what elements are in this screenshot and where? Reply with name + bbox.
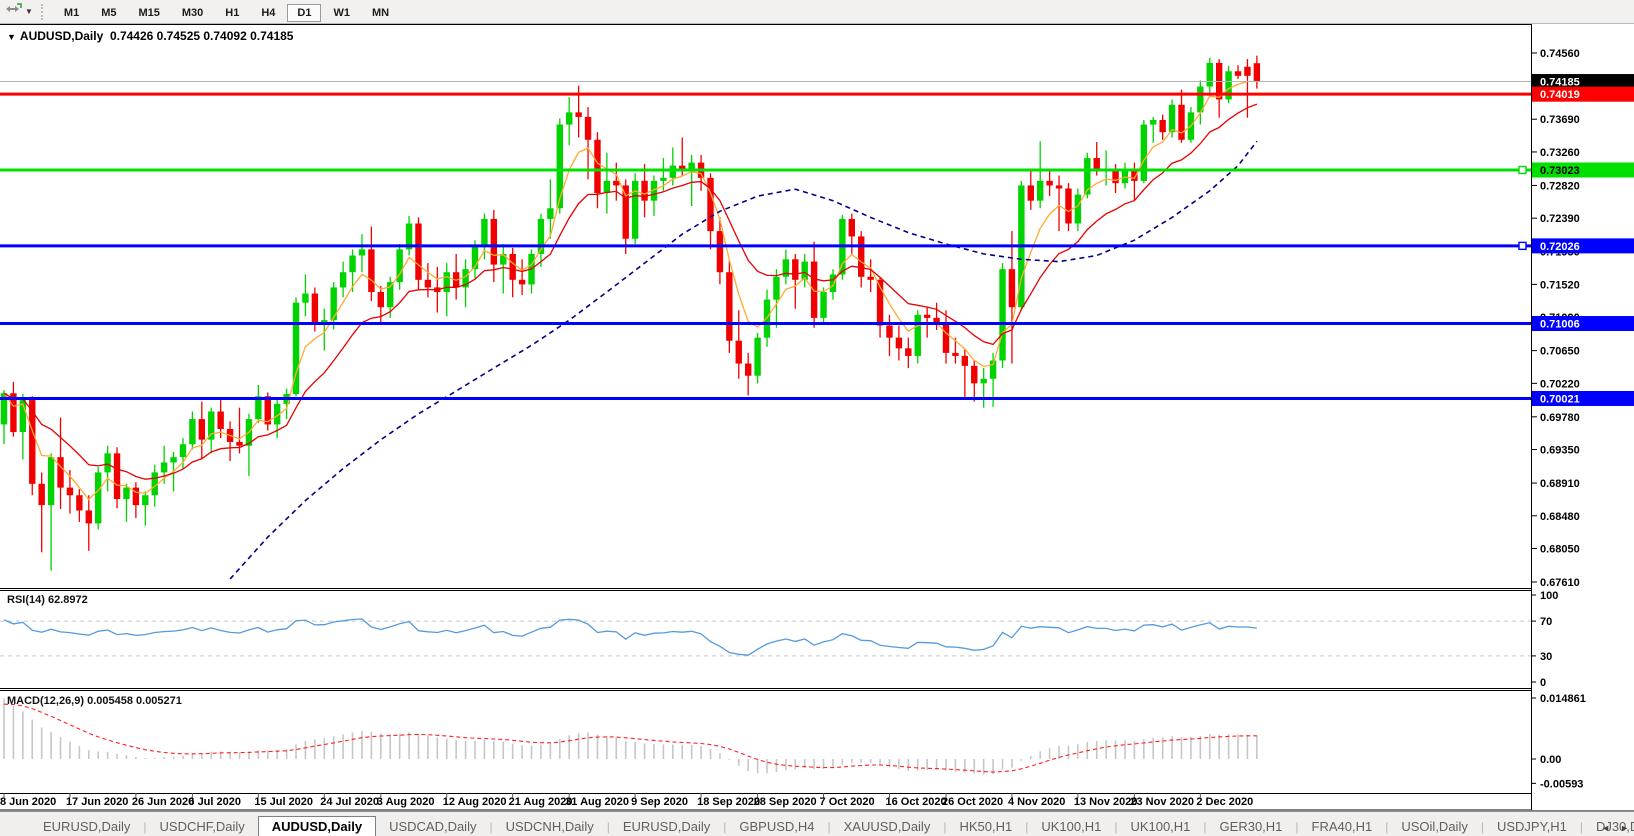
- timeframe-button-w1[interactable]: W1: [323, 4, 360, 22]
- chart-tab-uk100-h1[interactable]: UK100,H1: [1117, 816, 1203, 836]
- svg-text:18 Sep 2020: 18 Sep 2020: [697, 796, 760, 808]
- chart-tab-fra40-h1[interactable]: FRA40,H1: [1299, 816, 1386, 836]
- rsi-indicator-label: RSI(14) 62.8972: [7, 594, 88, 606]
- svg-text:12 Aug 2020: 12 Aug 2020: [443, 796, 507, 808]
- chart-tab-eurusd-daily[interactable]: EURUSD,Daily: [610, 816, 723, 836]
- svg-text:0.69780: 0.69780: [1540, 412, 1580, 424]
- chart-tab-gbpusd-h4[interactable]: GBPUSD,H4: [726, 816, 827, 836]
- svg-text:17 Jun 2020: 17 Jun 2020: [66, 796, 128, 808]
- chart-tab-ger30-h1[interactable]: GER30,H1: [1207, 816, 1296, 836]
- tab-scroll-buttons: ◄►: [1598, 822, 1632, 834]
- chart-tab-uk100-h1[interactable]: UK100,H1: [1028, 816, 1114, 836]
- svg-text:26 Oct 2020: 26 Oct 2020: [942, 796, 1003, 808]
- svg-text:0.72026: 0.72026: [1540, 241, 1580, 253]
- svg-text:0.68480: 0.68480: [1540, 511, 1580, 523]
- svg-text:0.68910: 0.68910: [1540, 478, 1580, 490]
- svg-text:0.72390: 0.72390: [1540, 213, 1580, 225]
- svg-text:3 Aug 2020: 3 Aug 2020: [377, 796, 435, 808]
- svg-text:0.73023: 0.73023: [1540, 165, 1580, 177]
- chart-ohlc-values: 0.74426 0.74525 0.74092 0.74185: [110, 29, 294, 43]
- svg-text:0.70021: 0.70021: [1540, 393, 1580, 405]
- svg-text:0.74560: 0.74560: [1540, 48, 1580, 60]
- chart-symbol: AUDUSD,Daily: [20, 29, 103, 43]
- toolbar: ▼ M1M5M15M30H1H4D1W1MN: [0, 0, 1634, 24]
- chart-scroll-icon[interactable]: [4, 2, 22, 21]
- timeframe-button-m15[interactable]: M15: [128, 4, 169, 22]
- svg-text:16 Oct 2020: 16 Oct 2020: [885, 796, 946, 808]
- svg-text:0.00: 0.00: [1540, 754, 1561, 766]
- chart-tab-usdcnh-daily[interactable]: USDCNH,Daily: [493, 816, 607, 836]
- macd-indicator-label: MACD(12,26,9) 0.005458 0.005271: [7, 695, 182, 707]
- svg-text:0.70650: 0.70650: [1540, 346, 1580, 358]
- chart-tab-bar: EURUSD,Daily|USDCHF,DailyAUDUSD,DailyUSD…: [0, 811, 1634, 836]
- svg-text:0: 0: [1540, 677, 1546, 689]
- chart-tab-usoil-daily[interactable]: USOil,Daily: [1388, 816, 1480, 836]
- chart-tab-usdcad-daily[interactable]: USDCAD,Daily: [376, 816, 489, 836]
- svg-text:13 Nov 2020: 13 Nov 2020: [1074, 796, 1138, 808]
- chart-tab-audusd-daily[interactable]: AUDUSD,Daily: [258, 816, 376, 836]
- svg-text:28 Sep 2020: 28 Sep 2020: [754, 796, 817, 808]
- svg-text:0.71006: 0.71006: [1540, 319, 1580, 331]
- chart-tab-usdjpy-h1[interactable]: USDJPY,H1: [1484, 816, 1580, 836]
- svg-text:0.74019: 0.74019: [1540, 89, 1580, 101]
- chart-title: ▼ AUDUSD,Daily 0.74426 0.74525 0.74092 0.…: [7, 29, 293, 43]
- svg-text:23 Nov 2020: 23 Nov 2020: [1130, 796, 1194, 808]
- svg-text:0.72820: 0.72820: [1540, 180, 1580, 192]
- tab-scroll-left-icon[interactable]: ◄: [1598, 822, 1613, 834]
- svg-text:70: 70: [1540, 616, 1552, 628]
- svg-text:0.73260: 0.73260: [1540, 147, 1580, 159]
- svg-text:0.68050: 0.68050: [1540, 544, 1580, 556]
- svg-text:6 Jul 2020: 6 Jul 2020: [188, 796, 241, 808]
- chart-tab-hk50-h1[interactable]: HK50,H1: [946, 816, 1025, 836]
- timeframe-button-h1[interactable]: H1: [215, 4, 249, 22]
- timeframe-button-m30[interactable]: M30: [172, 4, 213, 22]
- chart-tab-usdchf-daily[interactable]: USDCHF,Daily: [147, 816, 258, 836]
- timeframe-button-mn[interactable]: MN: [362, 4, 399, 22]
- svg-text:21 Aug 2020: 21 Aug 2020: [509, 796, 573, 808]
- svg-text:100: 100: [1540, 590, 1558, 602]
- svg-text:0.014861: 0.014861: [1540, 693, 1586, 705]
- svg-text:4 Nov 2020: 4 Nov 2020: [1008, 796, 1065, 808]
- toolbar-grip[interactable]: [41, 4, 46, 20]
- chevron-down-icon[interactable]: ▼: [25, 7, 33, 16]
- svg-text:7 Oct 2020: 7 Oct 2020: [820, 796, 875, 808]
- svg-text:8 Jun 2020: 8 Jun 2020: [0, 796, 56, 808]
- tab-scroll-right-icon[interactable]: ►: [1617, 822, 1632, 834]
- timeframe-button-m5[interactable]: M5: [91, 4, 126, 22]
- collapse-triangle-icon[interactable]: ▼: [7, 32, 16, 42]
- chart-tab-eurusd-daily[interactable]: EURUSD,Daily: [30, 816, 143, 836]
- timeframe-button-h4[interactable]: H4: [251, 4, 285, 22]
- timeframe-toolbar: M1M5M15M30H1H4D1W1MN: [53, 3, 400, 21]
- svg-text:31 Aug 2020: 31 Aug 2020: [565, 796, 629, 808]
- svg-text:24 Jul 2020: 24 Jul 2020: [320, 796, 379, 808]
- svg-text:9 Sep 2020: 9 Sep 2020: [631, 796, 688, 808]
- svg-text:-0.00593: -0.00593: [1540, 778, 1583, 790]
- mt4-window: ▼ M1M5M15M30H1H4D1W1MN 8 Jun 2020 17 Jun …: [0, 0, 1634, 836]
- svg-text:0.67610: 0.67610: [1540, 577, 1580, 589]
- svg-text:0.73690: 0.73690: [1540, 114, 1580, 126]
- chart-tab-xauusd-daily[interactable]: XAUUSD,Daily: [831, 816, 944, 836]
- price-chart-canvas[interactable]: 8 Jun 2020 17 Jun 2020 26 Jun 20206 Jul 20…: [0, 24, 1634, 811]
- svg-text:0.71520: 0.71520: [1540, 279, 1580, 291]
- cursor-tool-group: ▼: [0, 2, 37, 21]
- svg-text:0.69350: 0.69350: [1540, 445, 1580, 457]
- svg-text:2 Dec 2020: 2 Dec 2020: [1196, 796, 1253, 808]
- svg-text:30: 30: [1540, 651, 1552, 663]
- chart-area: 8 Jun 2020 17 Jun 2020 26 Jun 20206 Jul 20…: [0, 24, 1634, 811]
- svg-text:26 Jun 2020: 26 Jun 2020: [132, 796, 194, 808]
- svg-text:0.70220: 0.70220: [1540, 378, 1580, 390]
- timeframe-button-m1[interactable]: M1: [54, 4, 89, 22]
- svg-text:15 Jul 2020: 15 Jul 2020: [254, 796, 313, 808]
- timeframe-button-d1[interactable]: D1: [287, 4, 321, 22]
